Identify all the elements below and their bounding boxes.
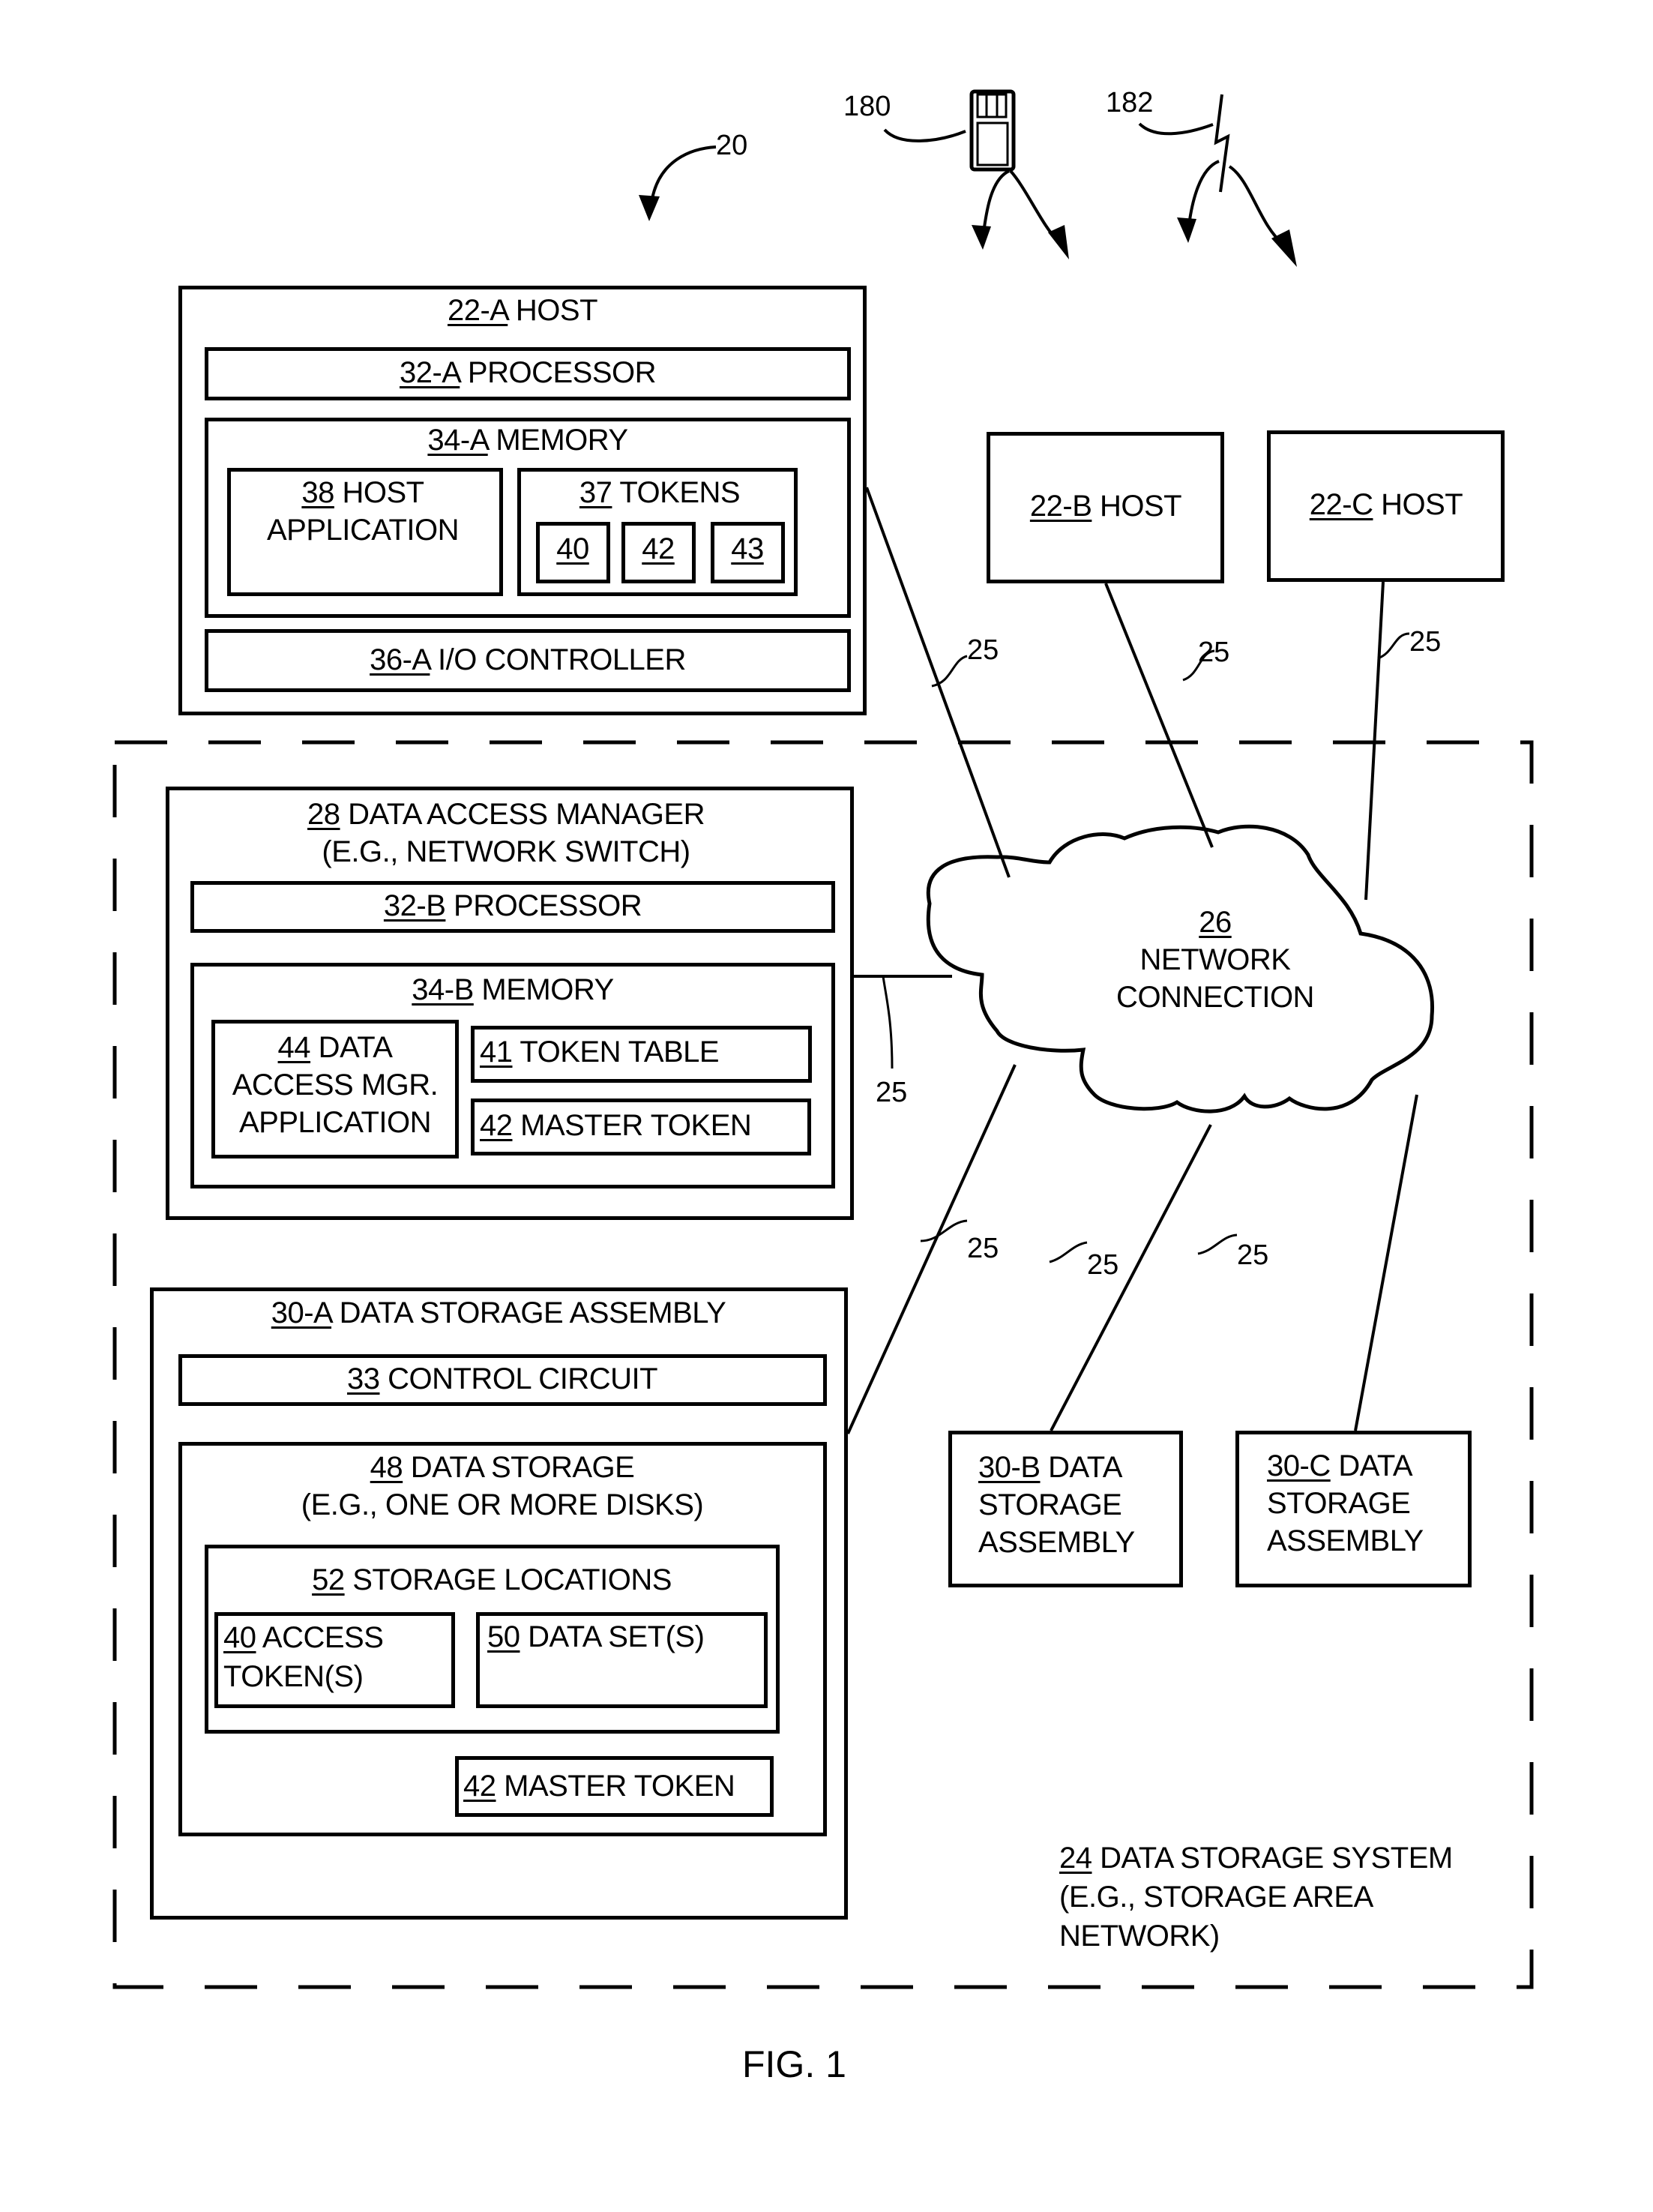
link-ref: 25 (967, 1233, 999, 1264)
link-leader (882, 976, 894, 1069)
dsa-master-token-label: 42 MASTER TOKEN (463, 1770, 735, 1803)
floppy-leader (883, 128, 966, 142)
arrowhead-icon (639, 195, 660, 221)
data-sets-label: 50 DATA SET(S) (487, 1620, 705, 1653)
link-dsa-c-network (1354, 1094, 1418, 1431)
token-table-label: 41 TOKEN TABLE (480, 1036, 720, 1069)
dsa-c-label: 30-C DATA STORAGE ASSEMBLY (1267, 1449, 1424, 1557)
token-item-label: 42 (642, 532, 675, 565)
data-storage-48-label: 48 DATA STORAGE (E.G., ONE OR MORE DISKS) (301, 1451, 704, 1521)
link-leader (1197, 1233, 1238, 1255)
link-host-b-network (1104, 583, 1214, 848)
token-item-label: 43 (731, 532, 764, 565)
storage-locations-label: 52 STORAGE LOCATIONS (312, 1563, 672, 1596)
host-application-label: 38 HOST APPLICATION (266, 476, 460, 547)
data-storage-system-label: 24 DATA STORAGE SYSTEM (E.G., STORAGE ARE… (1059, 1842, 1453, 1953)
wireless-signal-icon (1214, 94, 1230, 193)
link-leader (1377, 632, 1410, 660)
wireless-arrow-right (1228, 165, 1285, 246)
system-reference-leader (651, 145, 717, 199)
system-ref: 20 (716, 130, 748, 161)
wireless-ref: 182 (1106, 87, 1154, 118)
wireless-leader (1138, 122, 1214, 136)
host-b-label: 22-B HOST (1029, 490, 1182, 523)
link-leader (1049, 1241, 1088, 1263)
floppy-ref: 180 (843, 91, 891, 122)
processor-32a-label: 32-A PROCESSOR (399, 356, 657, 389)
access-tokens-label: 40 ACCESS TOKEN(S) (223, 1621, 384, 1693)
host-a-title: 22-A HOST (447, 294, 598, 327)
link-dsa-b-network (1050, 1124, 1212, 1431)
memory-34a-label: 34-A MEMORY (427, 424, 628, 457)
link-ref: 25 (876, 1077, 908, 1108)
processor-32b-label: 32-B PROCESSOR (383, 889, 642, 922)
control-circuit-label: 33 CONTROL CIRCUIT (346, 1362, 658, 1395)
host-c-label: 22-C HOST (1309, 488, 1463, 521)
link-ref: 25 (1237, 1239, 1269, 1271)
tokens-37-label: 37 TOKENS (579, 476, 741, 509)
wireless-arrow-left (1187, 160, 1220, 226)
memory-34b-label: 34-B MEMORY (412, 973, 614, 1006)
floppy-arrow-right (1009, 169, 1059, 241)
network-label: 26 NETWORK CONNECTION (1116, 906, 1314, 1014)
io-controller-label: 36-A I/O CONTROLLER (370, 643, 686, 676)
arrowhead-icon (972, 225, 991, 250)
dam-master-token-label: 42 MASTER TOKEN (480, 1109, 752, 1142)
token-item-label: 40 (556, 532, 589, 565)
floppy-disk-icon (969, 89, 1016, 172)
arrowhead-icon (1048, 225, 1069, 259)
dsa-b-label: 30-B DATA STORAGE ASSEMBLY (978, 1451, 1135, 1559)
floppy-arrow-left (982, 169, 1011, 233)
link-ref: 25 (1409, 626, 1442, 658)
link-ref: 25 (967, 634, 999, 666)
data-access-manager-label: 28 DATA ACCESS MANAGER (E.G., NETWORK SWI… (307, 798, 705, 868)
dsa-a-label: 30-A DATA STORAGE ASSEMBLY (271, 1296, 726, 1329)
link-ref: 25 (1198, 637, 1230, 668)
figure-caption: FIG. 1 (742, 2043, 846, 2085)
arrowhead-icon (1177, 217, 1196, 243)
link-ref: 25 (1087, 1249, 1119, 1281)
dam-application-label: 44 DATA ACCESS MGR. APPLICATION (232, 1031, 439, 1139)
